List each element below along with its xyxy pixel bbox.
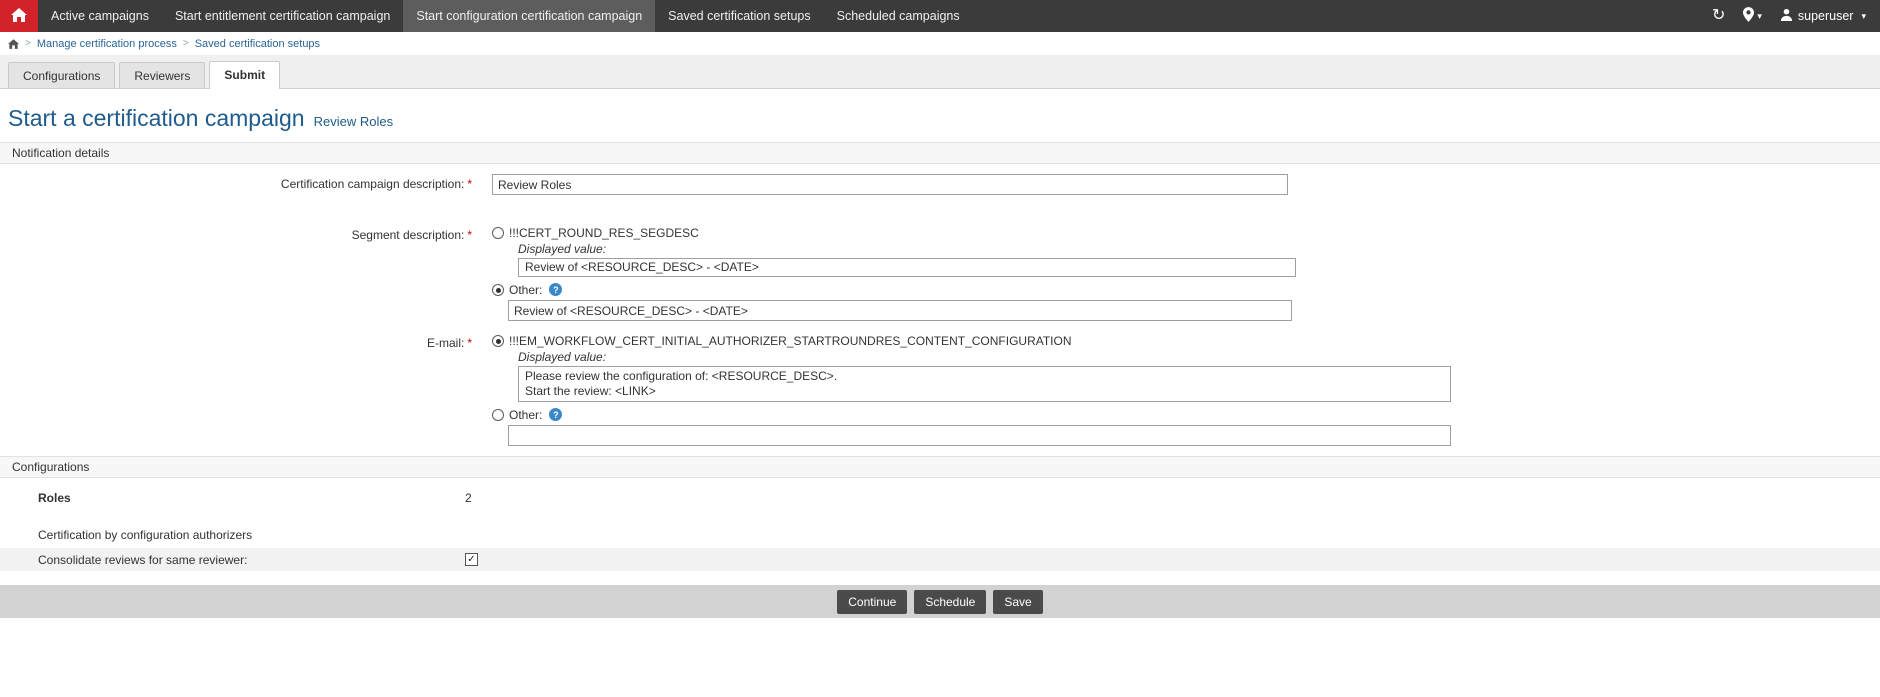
- segment-description-row: Segment description:* !!!CERT_ROUND_RES_…: [0, 225, 1880, 321]
- segment-other-option: Other: ?: [492, 282, 1880, 297]
- authorizers-label: Certification by configuration authorize…: [38, 528, 465, 542]
- authorizers-row: Certification by configuration authorize…: [0, 523, 1880, 546]
- nav-item-start-configuration-certification[interactable]: Start configuration certification campai…: [403, 0, 655, 32]
- nav-item-saved-certification-setups[interactable]: Saved certification setups: [655, 0, 823, 32]
- segment-description-label: Segment description:*: [0, 225, 478, 321]
- configurations-section-header: Configurations: [0, 456, 1880, 478]
- configurations-summary: Roles 2 Certification by configuration a…: [0, 486, 1880, 571]
- page-title-row: Start a certification campaign Review Rol…: [0, 89, 1880, 132]
- continue-button[interactable]: Continue: [837, 590, 907, 614]
- schedule-button[interactable]: Schedule: [914, 590, 986, 614]
- segment-default-option-label[interactable]: !!!CERT_ROUND_RES_SEGDESC: [509, 226, 699, 240]
- topnav-spacer: [973, 0, 1712, 32]
- nav-item-start-entitlement-certification[interactable]: Start entitlement certification campaign: [162, 0, 403, 32]
- segment-displayed-value-label: Displayed value:: [518, 242, 1880, 256]
- email-displayed-value-line2: Start the review: <LINK>: [525, 384, 1444, 399]
- required-marker: *: [467, 336, 472, 350]
- breadcrumb: > Manage certification process > Saved c…: [0, 32, 1880, 55]
- email-other-option: Other: ?: [492, 407, 1880, 422]
- email-other-input[interactable]: [508, 425, 1451, 446]
- footer-action-bar: Continue Schedule Save: [0, 585, 1880, 618]
- notification-form: Certification campaign description:* Seg…: [0, 174, 1880, 446]
- pin-caret-icon: ▾: [1757, 11, 1762, 22]
- breadcrumb-link-manage-certification-process[interactable]: Manage certification process: [37, 38, 177, 50]
- consolidate-row: Consolidate reviews for same reviewer: ✓: [0, 548, 1880, 571]
- email-default-option-label[interactable]: !!!EM_WORKFLOW_CERT_INITIAL_AUTHORIZER_S…: [509, 334, 1072, 348]
- segment-default-option: !!!CERT_ROUND_RES_SEGDESC: [492, 225, 1880, 240]
- home-icon: [11, 8, 27, 25]
- email-default-radio[interactable]: [492, 335, 504, 347]
- email-other-help-icon[interactable]: ?: [549, 408, 562, 421]
- email-displayed-value-line1: Please review the configuration of: <RES…: [525, 369, 1444, 384]
- segment-other-help-icon[interactable]: ?: [549, 283, 562, 296]
- tab-reviewers[interactable]: Reviewers: [119, 62, 205, 88]
- roles-row: Roles 2: [0, 486, 1880, 509]
- email-other-radio[interactable]: [492, 409, 504, 421]
- consolidate-checkbox[interactable]: ✓: [465, 553, 478, 566]
- notification-details-section-header: Notification details: [0, 142, 1880, 164]
- campaign-description-input[interactable]: [492, 174, 1288, 195]
- campaign-description-row: Certification campaign description:*: [0, 174, 1880, 195]
- tab-configurations[interactable]: Configurations: [8, 62, 115, 88]
- segment-other-option-label[interactable]: Other:: [509, 283, 542, 297]
- refresh-icon[interactable]: ↻: [1712, 8, 1725, 24]
- page-title: Start a certification campaign: [8, 105, 305, 131]
- pin-icon: [1743, 7, 1754, 25]
- user-caret-icon: ▾: [1861, 11, 1866, 22]
- user-icon: [1780, 8, 1793, 24]
- segment-displayed-value-block: Displayed value: Review of <RESOURCE_DES…: [518, 242, 1880, 277]
- nav-item-scheduled-campaigns[interactable]: Scheduled campaigns: [824, 0, 973, 32]
- user-menu[interactable]: superuser ▾: [1780, 8, 1866, 24]
- home-button[interactable]: [0, 0, 38, 32]
- segment-other-radio[interactable]: [492, 284, 504, 296]
- campaign-description-label: Certification campaign description:*: [0, 174, 478, 195]
- tab-bar: Configurations Reviewers Submit: [0, 55, 1880, 89]
- user-name-label: superuser: [1798, 9, 1854, 23]
- email-row: E-mail:* !!!EM_WORKFLOW_CERT_INITIAL_AUT…: [0, 333, 1880, 446]
- roles-count: 2: [465, 491, 472, 505]
- check-icon: ✓: [467, 555, 475, 565]
- required-marker: *: [467, 228, 472, 242]
- breadcrumb-separator: >: [183, 38, 189, 49]
- segment-displayed-value-box: Review of <RESOURCE_DESC> - <DATE>: [518, 258, 1296, 277]
- email-other-option-label[interactable]: Other:: [509, 408, 542, 422]
- page-subtitle: Review Roles: [314, 114, 393, 129]
- consolidate-label: Consolidate reviews for same reviewer:: [38, 553, 465, 567]
- pin-menu[interactable]: ▾: [1743, 7, 1762, 25]
- breadcrumb-separator: >: [25, 38, 31, 49]
- segment-default-radio[interactable]: [492, 227, 504, 239]
- email-default-option: !!!EM_WORKFLOW_CERT_INITIAL_AUTHORIZER_S…: [492, 333, 1880, 348]
- breadcrumb-link-saved-certification-setups[interactable]: Saved certification setups: [195, 38, 320, 50]
- nav-item-active-campaigns[interactable]: Active campaigns: [38, 0, 162, 32]
- segment-other-input[interactable]: [508, 300, 1292, 321]
- application-window: Active campaigns Start entitlement certi…: [0, 0, 1880, 697]
- roles-label: Roles: [38, 491, 465, 505]
- email-displayed-value-label: Displayed value:: [518, 350, 1880, 364]
- topnav-right-controls: ↻ ▾ superuser ▾: [1712, 0, 1880, 32]
- tab-submit[interactable]: Submit: [209, 61, 280, 89]
- email-displayed-value-box: Please review the configuration of: <RES…: [518, 366, 1451, 402]
- breadcrumb-home-icon[interactable]: [8, 39, 19, 49]
- save-button[interactable]: Save: [993, 590, 1042, 614]
- email-label: E-mail:*: [0, 333, 478, 446]
- top-navigation-bar: Active campaigns Start entitlement certi…: [0, 0, 1880, 32]
- email-displayed-value-block: Displayed value: Please review the confi…: [518, 350, 1880, 402]
- required-marker: *: [467, 177, 472, 191]
